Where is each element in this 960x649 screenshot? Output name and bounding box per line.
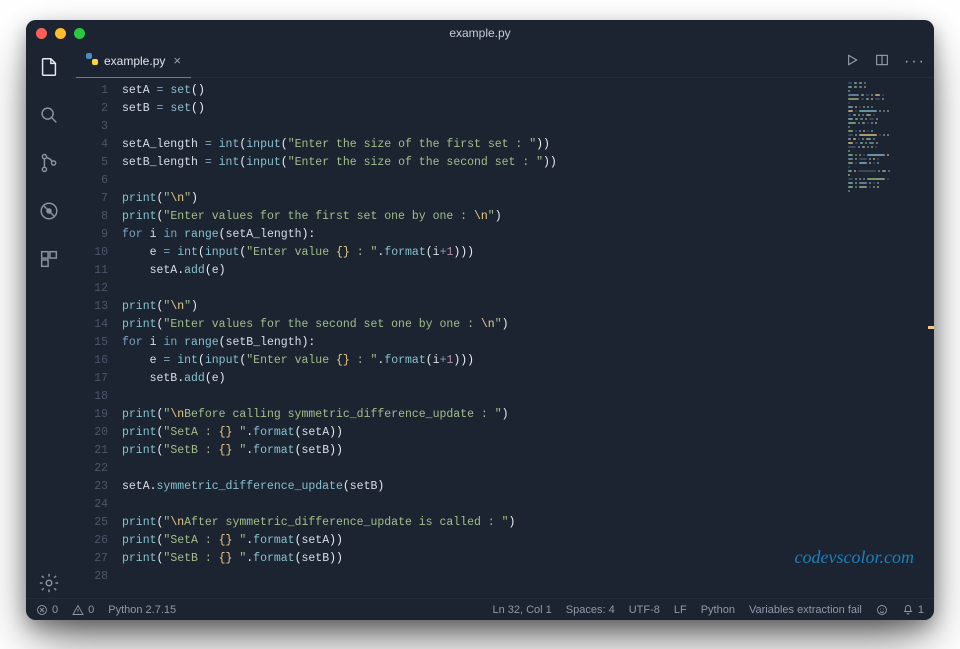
line-number: 11 [72,262,108,280]
status-bar: 0 0 Python 2.7.15 Ln 32, Col 1 Spaces: 4… [26,598,934,620]
search-icon[interactable] [38,104,60,130]
traffic-close[interactable] [36,28,47,39]
line-number: 21 [72,442,108,460]
code-line[interactable] [122,118,934,136]
code-line[interactable]: e = int(input("Enter value {} : ".format… [122,352,934,370]
code-line[interactable]: setB.add(e) [122,370,934,388]
window-title: example.py [26,26,934,40]
status-indentation[interactable]: Spaces: 4 [566,604,615,616]
line-number: 15 [72,334,108,352]
line-number: 3 [72,118,108,136]
status-warnings-count: 0 [88,604,94,616]
status-encoding[interactable]: UTF-8 [629,604,660,616]
code-line[interactable]: setA.symmetric_difference_update(setB) [122,478,934,496]
code-line[interactable] [122,280,934,298]
line-number: 12 [72,280,108,298]
traffic-minimize[interactable] [55,28,66,39]
tab-close-icon[interactable]: × [171,54,183,69]
code-line[interactable]: print("\n") [122,298,934,316]
line-number: 20 [72,424,108,442]
status-eol[interactable]: LF [674,604,687,616]
line-number: 5 [72,154,108,172]
line-number: 27 [72,550,108,568]
line-number-gutter: 1234567891011121314151617181920212223242… [72,78,118,598]
line-number: 8 [72,208,108,226]
code-line[interactable]: print("\n") [122,190,934,208]
code-line[interactable]: print("\nBefore calling symmetric_differ… [122,406,934,424]
line-number: 1 [72,82,108,100]
source-control-icon[interactable] [38,152,60,178]
code-line[interactable]: for i in range(setB_length): [122,334,934,352]
code-line[interactable]: print("SetB : {} ".format(setB)) [122,550,934,568]
debug-icon[interactable] [38,200,60,226]
status-extra[interactable]: Variables extraction fail [749,604,862,616]
code-line[interactable]: setB_length = int(input("Enter the size … [122,154,934,172]
line-number: 18 [72,388,108,406]
code-line[interactable]: setA = set() [122,82,934,100]
explorer-icon[interactable] [38,56,60,82]
code-line[interactable] [122,568,934,586]
code-line[interactable]: e = int(input("Enter value {} : ".format… [122,244,934,262]
line-number: 25 [72,514,108,532]
python-file-icon [86,53,98,65]
line-number: 10 [72,244,108,262]
extensions-icon[interactable] [38,248,60,274]
line-number: 7 [72,190,108,208]
code-line[interactable] [122,496,934,514]
code-line[interactable]: setA.add(e) [122,262,934,280]
line-number: 13 [72,298,108,316]
code-area[interactable]: setA = set()setB = set() setA_length = in… [118,78,934,598]
tab-example-py[interactable]: example.py × [76,46,191,78]
line-number: 2 [72,100,108,118]
line-number: 4 [72,136,108,154]
titlebar: example.py [26,20,934,46]
status-language[interactable]: Python [701,604,735,616]
code-line[interactable]: print("SetA : {} ".format(setA)) [122,424,934,442]
status-python-version[interactable]: Python 2.7.15 [108,604,176,616]
status-warnings[interactable]: 0 [72,604,94,616]
code-line[interactable]: setA_length = int(input("Enter the size … [122,136,934,154]
line-number: 28 [72,568,108,586]
split-editor-icon[interactable] [874,52,890,72]
code-line[interactable] [122,172,934,190]
editor-body[interactable]: 1234567891011121314151617181920212223242… [72,78,934,598]
line-number: 19 [72,406,108,424]
traffic-maximize[interactable] [74,28,85,39]
more-actions-icon[interactable]: ··· [904,53,926,71]
status-cursor-position[interactable]: Ln 32, Col 1 [492,604,551,616]
status-notifications[interactable]: 1 [902,604,924,616]
line-number: 9 [72,226,108,244]
code-line[interactable]: print("SetA : {} ".format(setA)) [122,532,934,550]
activity-bar [26,46,72,598]
tab-bar: example.py × ··· [72,46,934,78]
settings-gear-icon[interactable] [38,572,60,598]
editor-group: example.py × ··· 12345678910111213141516… [72,46,934,598]
line-number: 17 [72,370,108,388]
minimap[interactable] [848,82,928,172]
code-line[interactable]: for i in range(setA_length): [122,226,934,244]
code-line[interactable]: setB = set() [122,100,934,118]
line-number: 24 [72,496,108,514]
window-frame: example.py [26,20,934,620]
line-number: 26 [72,532,108,550]
line-number: 14 [72,316,108,334]
status-errors[interactable]: 0 [36,604,58,616]
status-errors-count: 0 [52,604,58,616]
line-number: 6 [72,172,108,190]
code-line[interactable]: print("Enter values for the first set on… [122,208,934,226]
line-number: 23 [72,478,108,496]
code-line[interactable]: print("Enter values for the second set o… [122,316,934,334]
status-feedback-icon[interactable] [876,604,888,616]
overview-ruler-mark [928,326,934,329]
code-line[interactable]: print("\nAfter symmetric_difference_upda… [122,514,934,532]
status-notifications-count: 1 [918,604,924,616]
line-number: 22 [72,460,108,478]
code-line[interactable] [122,388,934,406]
code-line[interactable] [122,460,934,478]
run-icon[interactable] [844,52,860,72]
tab-label: example.py [104,54,165,68]
code-line[interactable]: print("SetB : {} ".format(setB)) [122,442,934,460]
line-number: 16 [72,352,108,370]
